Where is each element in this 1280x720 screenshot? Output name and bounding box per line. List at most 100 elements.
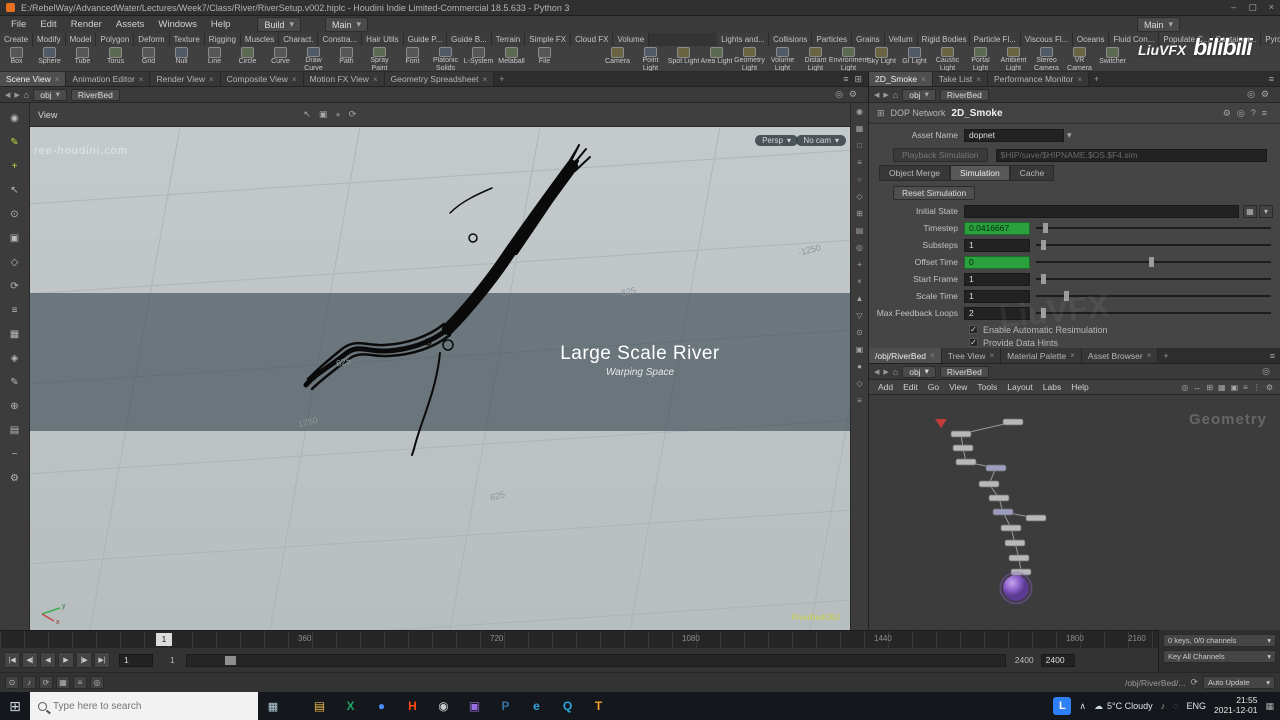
pane-tab[interactable]: Scene View × — [0, 72, 67, 86]
shelf-tab[interactable]: Cloud FX — [571, 33, 614, 46]
task-view-icon[interactable]: ▦ — [258, 692, 288, 720]
shelf-tab[interactable]: Deform — [134, 33, 170, 46]
substeps-slider[interactable] — [1036, 240, 1271, 250]
minimize-button[interactable]: – — [1231, 2, 1236, 13]
network-graph[interactable]: Geometry — [869, 395, 1280, 629]
scene-viewport[interactable]: ree-houdini.com -1250 -625 625 1250 625 … — [30, 127, 850, 630]
shelf-tab[interactable]: Hair Utils — [362, 33, 404, 46]
path-node[interactable]: RiverBed — [70, 88, 120, 101]
viewport-mode-icon[interactable]: ↖ — [303, 109, 311, 120]
menu-item[interactable]: Assets — [109, 18, 152, 31]
playback-simulation-button[interactable]: Playback Simulation — [893, 148, 988, 162]
range-handle[interactable] — [224, 655, 236, 665]
viewport-tool-icon[interactable]: ▤ — [6, 423, 23, 438]
display-option-icon[interactable]: ○ — [857, 175, 862, 184]
playhead[interactable]: 1 — [156, 633, 172, 646]
playbar-option-icon[interactable]: ▦ — [56, 676, 70, 689]
shelf-tool[interactable]: Grid — [132, 46, 165, 71]
close-icon[interactable]: × — [976, 75, 981, 84]
shelf-tab[interactable]: Model — [65, 33, 97, 46]
header-tool-icon[interactable]: ≡ — [1262, 108, 1267, 118]
display-option-icon[interactable]: □ — [857, 141, 862, 150]
path-node[interactable]: RiverBed — [939, 365, 989, 378]
shelf-tab[interactable]: Muscles — [240, 33, 280, 46]
pane-split-icon[interactable]: ≡ — [1269, 74, 1274, 84]
back-icon[interactable]: ◀ — [874, 91, 879, 99]
timestep-slider[interactable] — [1036, 223, 1271, 233]
network-tool-icon[interactable]: ⊞ — [1206, 383, 1213, 392]
view-menu[interactable]: View — [38, 110, 57, 120]
shelf-tab[interactable]: Create — [0, 33, 34, 46]
chevron-down-icon[interactable]: ▾ — [1259, 204, 1273, 218]
network-menu-item[interactable]: Edit — [898, 382, 923, 392]
timeline-ruler[interactable]: 360 720 1080 1440 1800 2160 1 — [0, 630, 1280, 648]
shelf-tab[interactable]: Pyro FX — [1261, 33, 1280, 46]
viewport-tool-icon[interactable]: + — [6, 159, 23, 174]
lightshot-icon[interactable]: L — [1053, 697, 1072, 715]
shelf-tab[interactable]: Modify — [33, 33, 66, 46]
shelf-tool[interactable]: Geometry Light — [733, 46, 766, 71]
transport-button[interactable]: ▶ — [58, 652, 74, 668]
parameter-tab[interactable]: Simulation — [950, 165, 1010, 181]
taskbar-app-icon[interactable]: ◉ — [428, 692, 459, 720]
pane-maximize-icon[interactable]: ⊞ — [854, 74, 862, 85]
asset-name-field[interactable]: dopnet — [964, 128, 1064, 142]
persp-selector[interactable]: Persp ▾ — [755, 135, 798, 146]
viewport-tool-icon[interactable]: ⟳ — [6, 279, 23, 294]
display-option-icon[interactable]: ◇ — [856, 379, 862, 388]
viewport-tool-icon[interactable]: ≡ — [6, 303, 23, 318]
display-option-icon[interactable]: ◎ — [856, 243, 863, 252]
viewport-tool-icon[interactable]: ◉ — [6, 111, 23, 126]
shelf-tool[interactable]: Switcher — [1096, 46, 1129, 71]
start-frame-field[interactable]: 1 — [964, 272, 1030, 286]
shelf-tool[interactable]: Stereo Camera — [1030, 46, 1063, 71]
shelf-tool[interactable]: Camera — [601, 46, 634, 71]
network-menu-item[interactable]: Layout — [1002, 382, 1038, 392]
display-option-icon[interactable]: + — [857, 260, 862, 269]
taskbar-app-icon[interactable]: ● — [366, 692, 397, 720]
taskbar-app-icon[interactable]: P — [490, 692, 521, 720]
network-tool-icon[interactable]: ◎ — [1181, 383, 1188, 392]
pane-tab[interactable]: Render View × — [150, 72, 221, 86]
shelf-tab[interactable]: Simple FX — [525, 33, 572, 46]
transport-button[interactable]: |◀ — [4, 652, 20, 668]
gear-icon[interactable]: ⚙ — [1261, 89, 1269, 100]
current-frame-field[interactable]: 1 — [119, 653, 153, 667]
new-tab-button[interactable]: + — [1089, 72, 1104, 86]
shelf-tool[interactable]: Font — [396, 46, 429, 71]
display-option-icon[interactable]: ⊙ — [856, 328, 863, 337]
notification-icon[interactable]: ▦ — [1265, 701, 1274, 712]
close-icon[interactable]: × — [55, 75, 60, 84]
back-icon[interactable]: ◀ — [5, 91, 10, 99]
desktop-selector[interactable]: Build ▾ — [257, 17, 302, 32]
parameter-tab[interactable]: Object Merge — [879, 165, 951, 181]
clock[interactable]: 21:55 2021-12-01 — [1214, 695, 1257, 716]
network-menu-item[interactable]: Add — [873, 382, 898, 392]
header-tool-icon[interactable]: ◎ — [1237, 108, 1245, 119]
network-tool-icon[interactable]: ⚙ — [1266, 383, 1273, 392]
forward-icon[interactable]: ▶ — [883, 91, 888, 99]
transport-button[interactable]: ◀ — [40, 652, 56, 668]
shelf-tool[interactable]: Spray Paint — [363, 46, 396, 71]
viewport-mode-icon[interactable]: ▣ — [319, 109, 328, 120]
shelf-tool[interactable]: Box — [0, 46, 33, 71]
taskbar-app-icon[interactable]: e — [521, 692, 552, 720]
menu-item[interactable]: Help — [204, 18, 238, 31]
language-indicator[interactable]: ENG — [1186, 701, 1206, 711]
viewport-tool-icon[interactable]: ⊙ — [6, 207, 23, 222]
shelf-tool[interactable]: Ambient Light — [997, 46, 1030, 71]
viewport-mode-icon[interactable]: ⟳ — [349, 109, 357, 120]
playbar-option-icon[interactable]: ◎ — [90, 676, 104, 689]
viewport-tool-icon[interactable]: ~ — [6, 447, 23, 462]
camera-selector[interactable]: No cam ▾ — [796, 135, 846, 146]
home-icon[interactable]: ⌂ — [24, 90, 29, 100]
taskbar-app-icon[interactable]: T — [583, 692, 614, 720]
pane-tab[interactable]: Composite View × — [220, 72, 304, 86]
hidden-icons-chevron[interactable]: ∧ — [1079, 701, 1086, 712]
taskbar-app-icon[interactable]: ▣ — [459, 692, 490, 720]
shelf-tab[interactable]: Particles — [812, 33, 853, 46]
search-input[interactable] — [53, 700, 223, 712]
pane-tab[interactable]: /obj/RiverBed × — [869, 348, 942, 363]
pane-tab[interactable]: Motion FX View × — [303, 72, 385, 86]
gear-icon[interactable]: ⚙ — [849, 89, 857, 100]
